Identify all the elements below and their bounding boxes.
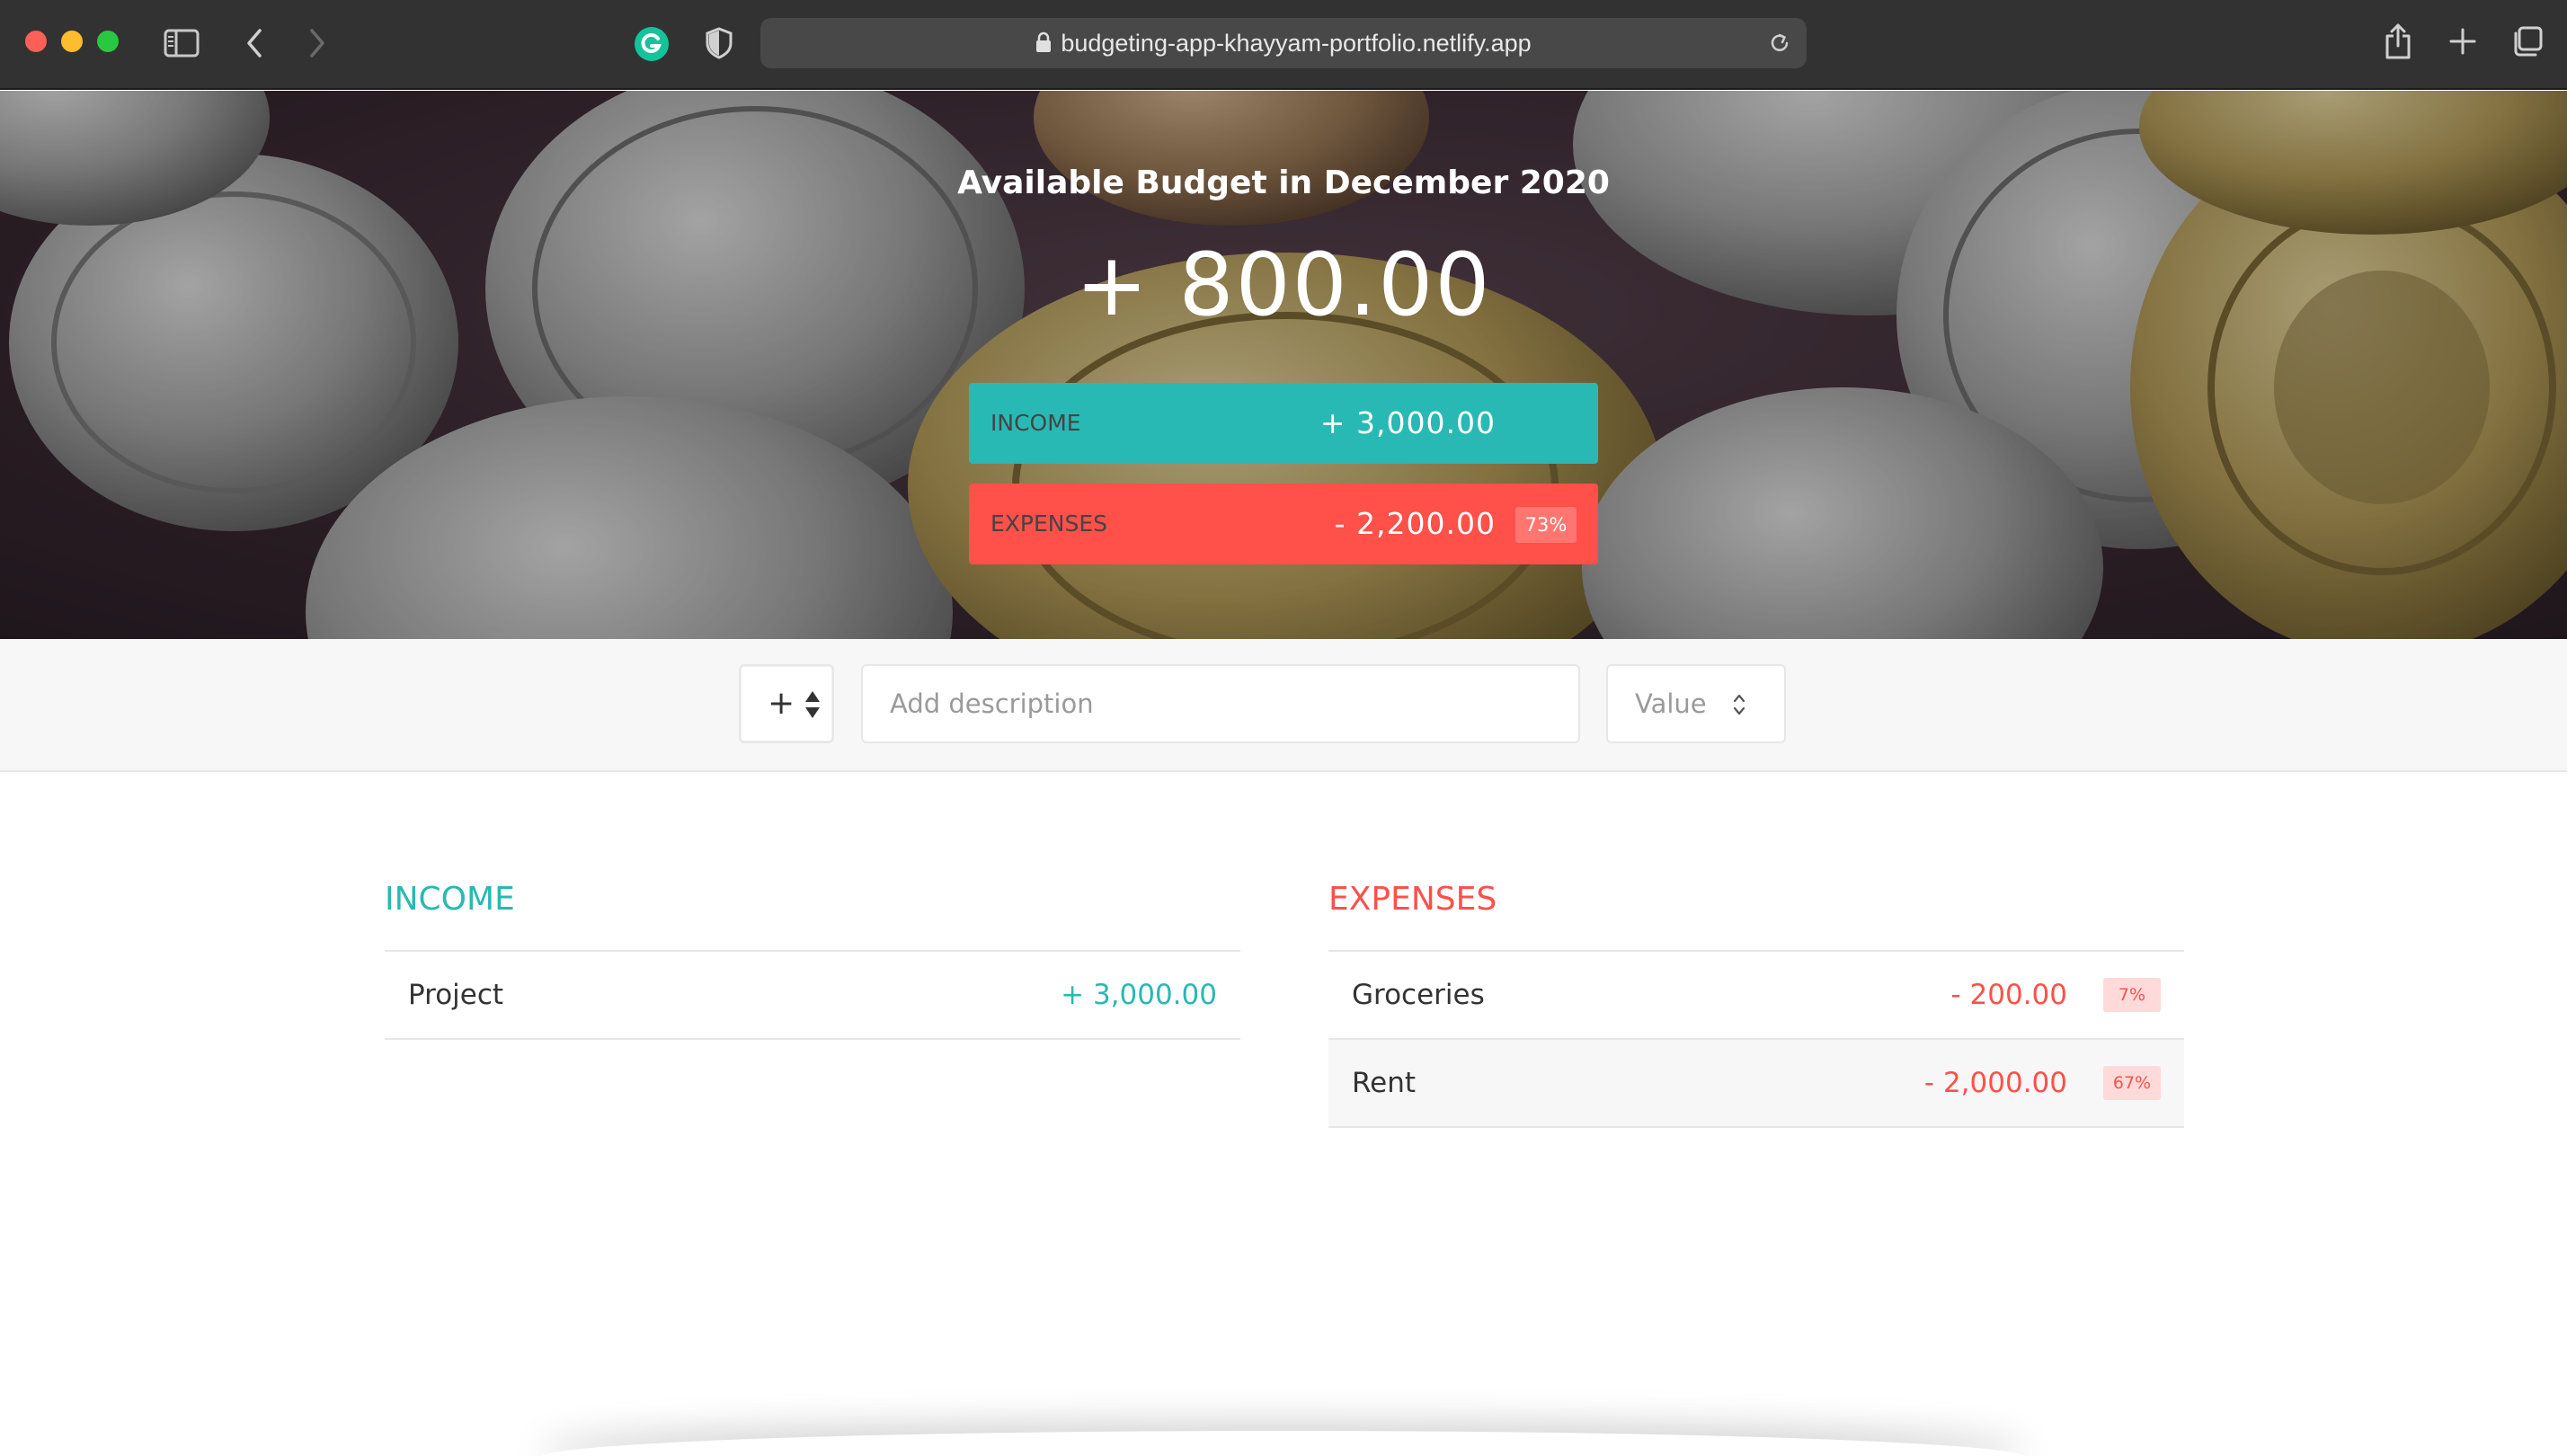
- income-summary: Income + 3,000.00: [969, 383, 1598, 464]
- add-entry-bar: +: [0, 639, 2567, 772]
- expense-item-description: Rent: [1352, 1067, 1417, 1099]
- budget-title: Available Budget in December 2020: [957, 164, 1610, 201]
- expense-item[interactable]: Groceries - 200.00 7%: [1328, 952, 2184, 1040]
- type-select-value: +: [768, 685, 795, 722]
- back-icon[interactable]: [241, 25, 268, 61]
- reload-icon[interactable]: [1767, 31, 1792, 56]
- expenses-percentage-badge: 73%: [1515, 507, 1577, 543]
- value-input[interactable]: [1606, 664, 1786, 743]
- forward-icon[interactable]: [304, 25, 331, 61]
- share-icon[interactable]: [2382, 22, 2414, 61]
- value-spinner-icon[interactable]: [1731, 691, 1747, 722]
- expenses-list-title: Expenses: [1328, 881, 1497, 918]
- zoom-window-button[interactable]: [97, 31, 119, 52]
- page: budgeting-app-khayyam-portfolio.netlify.…: [0, 0, 2567, 1456]
- expenses-list: Groceries - 200.00 7% Rent - 2,000.00 67…: [1328, 950, 2184, 1128]
- income-item-value: + 3,000.00: [1061, 979, 1217, 1011]
- new-tab-icon[interactable]: [2447, 25, 2479, 58]
- expense-item-percentage: 67%: [2103, 1066, 2161, 1100]
- type-select[interactable]: +: [739, 664, 834, 743]
- bottom-shadow: [539, 1431, 2028, 1456]
- select-arrows-icon: [804, 689, 822, 724]
- income-list-title: Income: [385, 881, 515, 918]
- income-summary-value: + 3,000.00: [1319, 405, 1496, 440]
- minimize-window-button[interactable]: [61, 31, 83, 52]
- expense-item[interactable]: Rent - 2,000.00 67%: [1328, 1040, 2184, 1128]
- expenses-summary: Expenses - 2,200.00 73%: [969, 484, 1598, 564]
- url-display: budgeting-app-khayyam-portfolio.netlify.…: [760, 18, 1807, 68]
- expenses-summary-label: Expenses: [990, 510, 1108, 537]
- expense-item-percentage: 7%: [2103, 978, 2161, 1012]
- expenses-summary-value: - 2,200.00: [1334, 506, 1496, 541]
- expense-item-value: - 2,000.00: [1923, 1067, 2067, 1099]
- browser-toolbar: budgeting-app-khayyam-portfolio.netlify.…: [0, 0, 2567, 90]
- income-list: Project + 3,000.00: [385, 950, 1240, 1040]
- income-item-description: Project: [408, 979, 504, 1011]
- tabs-overview-icon[interactable]: [2509, 23, 2545, 59]
- sidebar-icon[interactable]: [162, 25, 201, 61]
- expense-item-value: - 200.00: [1950, 979, 2067, 1011]
- lock-icon: [1035, 20, 1052, 70]
- close-window-button[interactable]: [25, 31, 47, 52]
- address-bar[interactable]: budgeting-app-khayyam-portfolio.netlify.…: [760, 18, 1807, 68]
- grammarly-icon[interactable]: [633, 25, 671, 63]
- available-budget-value: + 800.00: [1075, 235, 1492, 335]
- income-summary-label: Income: [990, 410, 1081, 436]
- description-input[interactable]: [861, 664, 1580, 743]
- shield-icon[interactable]: [703, 25, 735, 61]
- income-item[interactable]: Project + 3,000.00: [385, 952, 1240, 1040]
- expense-item-description: Groceries: [1352, 979, 1485, 1011]
- budget-header: Available Budget in December 2020 + 800.…: [0, 91, 2567, 639]
- url-text: budgeting-app-khayyam-portfolio.netlify.…: [1061, 30, 1532, 57]
